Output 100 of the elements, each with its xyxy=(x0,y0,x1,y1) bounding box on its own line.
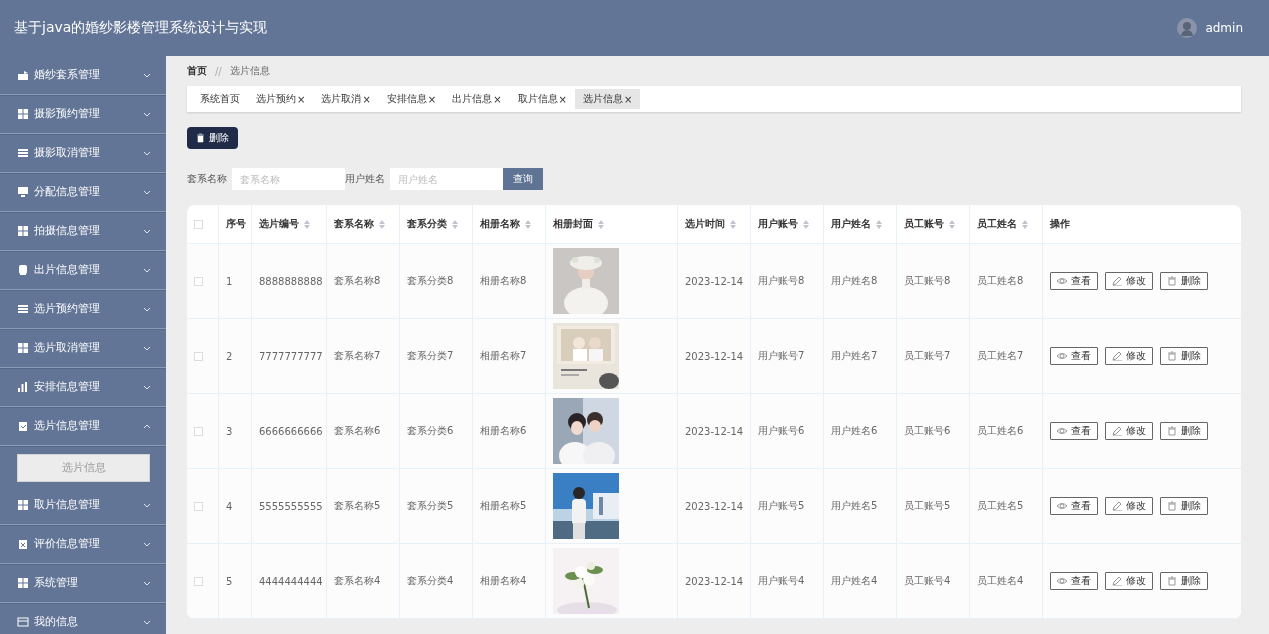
table-cell: 套系名称6 xyxy=(327,394,400,468)
sidebar-item[interactable]: 出片信息管理 xyxy=(0,251,166,290)
delete-button[interactable]: 删除 xyxy=(1160,347,1208,365)
sidebar-item[interactable]: 摄影预约管理 xyxy=(0,95,166,134)
sidebar-item[interactable]: 分配信息管理 xyxy=(0,173,166,212)
breadcrumb-separator: // xyxy=(215,65,222,77)
table-cell: 5555555555 xyxy=(252,469,327,543)
table-cell: 套系名称4 xyxy=(327,544,400,618)
delete-button[interactable]: 删除 xyxy=(1160,572,1208,590)
table-cell: 6666666666 xyxy=(252,394,327,468)
column-header[interactable]: 员工账号 xyxy=(897,205,970,243)
clipboard-icon xyxy=(17,538,29,550)
sidebar-item[interactable]: 我的信息 xyxy=(0,603,166,634)
table-cell: 用户姓名7 xyxy=(824,319,897,393)
tab[interactable]: 取片信息× xyxy=(509,89,575,109)
table-cell: 员工姓名7 xyxy=(970,319,1043,393)
table-cell: 用户账号4 xyxy=(751,544,824,618)
column-header: 操作 xyxy=(1049,217,1071,231)
edit-button[interactable]: 修改 xyxy=(1105,422,1153,440)
column-header[interactable]: 用户账号 xyxy=(751,205,824,243)
table-cell: 员工姓名6 xyxy=(970,394,1043,468)
sidebar-item[interactable]: 系统管理 xyxy=(0,564,166,603)
clipboard-icon xyxy=(17,420,29,432)
sidebar-item[interactable]: 评价信息管理 xyxy=(0,525,166,564)
table-cell: 2023-12-14 xyxy=(678,394,751,468)
table-cell: 用户账号5 xyxy=(751,469,824,543)
table-cell: 4444444444 xyxy=(252,544,327,618)
tab[interactable]: 出片信息× xyxy=(444,89,510,109)
edit-button[interactable]: 修改 xyxy=(1105,272,1153,290)
trash-icon xyxy=(1167,501,1177,511)
delete-button[interactable]: 删除 xyxy=(1160,422,1208,440)
search-field[interactable]: 用户姓名 xyxy=(390,168,503,190)
tab[interactable]: 选片信息× xyxy=(574,89,641,109)
table-cell: 套系分类6 xyxy=(400,394,473,468)
bar-chart-icon xyxy=(17,381,29,393)
trash-icon xyxy=(1167,426,1177,436)
view-button[interactable]: 查看 xyxy=(1050,572,1098,590)
table-cell: 5 xyxy=(219,544,252,618)
search-button[interactable]: 查询 xyxy=(503,168,543,190)
tab[interactable]: 安排信息× xyxy=(378,89,445,109)
table-cell: 套系分类4 xyxy=(400,544,473,618)
search-field[interactable]: 套系名称 xyxy=(232,168,345,190)
tab[interactable]: 选片预约× xyxy=(248,89,314,109)
table-cell: 员工账号8 xyxy=(897,244,970,318)
delete-button[interactable]: 删除 xyxy=(1160,272,1208,290)
table-cell: 1 xyxy=(219,244,252,318)
grid-icon xyxy=(17,108,29,120)
checkbox[interactable] xyxy=(194,501,203,511)
trash-icon xyxy=(1167,276,1177,286)
sidebar-item[interactable]: 选片信息管理 xyxy=(0,407,166,446)
sidebar-item[interactable]: 婚纱套系管理 xyxy=(0,56,166,95)
table-cell: 套系分类5 xyxy=(400,469,473,543)
pencil-icon xyxy=(1112,576,1122,586)
table-cell: 3 xyxy=(219,394,252,468)
checkbox[interactable] xyxy=(194,576,203,586)
view-button[interactable]: 查看 xyxy=(1050,347,1098,365)
pencil-icon xyxy=(1112,501,1122,511)
table-cell: 相册名称7 xyxy=(473,319,546,393)
edit-button[interactable]: 修改 xyxy=(1105,497,1153,515)
table-cell: 用户姓名4 xyxy=(824,544,897,618)
sidebar-item[interactable]: 取片信息管理 xyxy=(0,486,166,525)
tab[interactable]: 系统首页 xyxy=(192,89,248,109)
trash-icon xyxy=(196,133,205,143)
table-cell: 员工账号4 xyxy=(897,544,970,618)
sidebar-item[interactable]: 选片取消管理 xyxy=(0,329,166,368)
view-button[interactable]: 查看 xyxy=(1050,497,1098,515)
checkbox[interactable] xyxy=(194,276,203,286)
card-icon xyxy=(17,616,29,628)
column-header[interactable]: 用户姓名 xyxy=(824,205,897,243)
table-cell: 8888888888 xyxy=(252,244,327,318)
table-cell: 用户姓名5 xyxy=(824,469,897,543)
column-header[interactable]: 相册名称 xyxy=(473,205,546,243)
checkbox[interactable] xyxy=(194,219,203,229)
delete-button[interactable]: 删除 xyxy=(1160,497,1208,515)
column-header[interactable]: 选片时间 xyxy=(678,205,751,243)
delete-button[interactable]: 删除 xyxy=(187,127,238,149)
column-header[interactable]: 套系分类 xyxy=(400,205,473,243)
list-icon xyxy=(17,147,29,159)
view-button[interactable]: 查看 xyxy=(1050,272,1098,290)
checkbox[interactable] xyxy=(194,351,203,361)
sidebar-item[interactable]: 摄影取消管理 xyxy=(0,134,166,173)
table-cell: 相册名称8 xyxy=(473,244,546,318)
eye-icon xyxy=(1057,276,1067,286)
sidebar-item[interactable]: 拍摄信息管理 xyxy=(0,212,166,251)
breadcrumb-link[interactable]: 首页 xyxy=(187,64,207,78)
checkbox[interactable] xyxy=(194,426,203,436)
sidebar-item[interactable]: 选片预约管理 xyxy=(0,290,166,329)
column-header[interactable]: 套系名称 xyxy=(327,205,400,243)
username[interactable]: admin xyxy=(1205,21,1243,35)
edit-button[interactable]: 修改 xyxy=(1105,347,1153,365)
column-header[interactable]: 员工姓名 xyxy=(970,205,1043,243)
table-cell: 用户姓名6 xyxy=(824,394,897,468)
table-cell: 套系名称7 xyxy=(327,319,400,393)
tab[interactable]: 选片取消× xyxy=(313,89,379,109)
view-button[interactable]: 查看 xyxy=(1050,422,1098,440)
column-header[interactable]: 选片编号 xyxy=(252,205,327,243)
column-header[interactable]: 相册封面 xyxy=(546,205,678,243)
edit-button[interactable]: 修改 xyxy=(1105,572,1153,590)
table-cell: 用户账号6 xyxy=(751,394,824,468)
sidebar-item[interactable]: 安排信息管理 xyxy=(0,368,166,407)
